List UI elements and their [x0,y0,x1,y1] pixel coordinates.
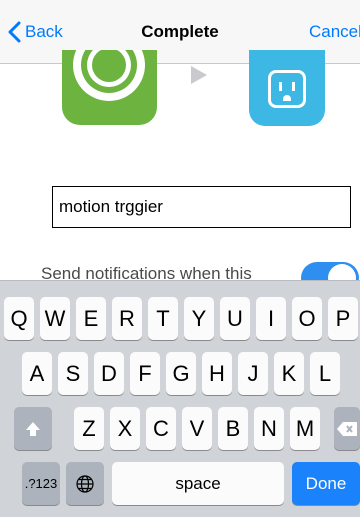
key-e[interactable]: E [76,297,106,340]
delete-key[interactable] [334,407,360,450]
key-n[interactable]: N [254,407,284,450]
key-l[interactable]: L [310,352,340,395]
key-t[interactable]: T [148,297,178,340]
key-k[interactable]: K [274,352,304,395]
key-p[interactable]: P [328,297,358,340]
key-i[interactable]: I [256,297,286,340]
motion-sensor-ring-icon [62,50,157,125]
arrow-right-icon [191,66,207,84]
key-j[interactable]: J [238,352,268,395]
key-w[interactable]: W [40,297,70,340]
key-g[interactable]: G [166,352,196,395]
done-key[interactable]: Done [292,462,360,505]
cancel-button[interactable]: Cancel [309,22,360,42]
numbers-key[interactable]: .?123 [22,462,60,505]
key-q[interactable]: Q [4,297,34,340]
key-x[interactable]: X [110,407,140,450]
shift-icon [26,421,40,436]
key-s[interactable]: S [58,352,88,395]
backspace-icon [337,421,357,436]
key-c[interactable]: C [146,407,176,450]
key-u[interactable]: U [220,297,250,340]
key-f[interactable]: F [130,352,160,395]
keyboard: Q W E R T Y U I O P A S D F G H J K L Z … [0,280,360,517]
shift-key[interactable] [14,407,52,450]
key-v[interactable]: V [182,407,212,450]
key-z[interactable]: Z [74,407,104,450]
recipe-name-input[interactable] [52,186,351,228]
key-m[interactable]: M [290,407,320,450]
key-b[interactable]: B [218,407,248,450]
key-d[interactable]: D [94,352,124,395]
power-outlet-icon [249,50,325,126]
key-h[interactable]: H [202,352,232,395]
key-a[interactable]: A [22,352,52,395]
key-o[interactable]: O [292,297,322,340]
key-y[interactable]: Y [184,297,214,340]
space-key[interactable]: space [112,462,284,505]
globe-key[interactable] [66,462,104,505]
page-title: Complete [141,22,219,41]
globe-icon [76,474,94,493]
key-r[interactable]: R [112,297,142,340]
